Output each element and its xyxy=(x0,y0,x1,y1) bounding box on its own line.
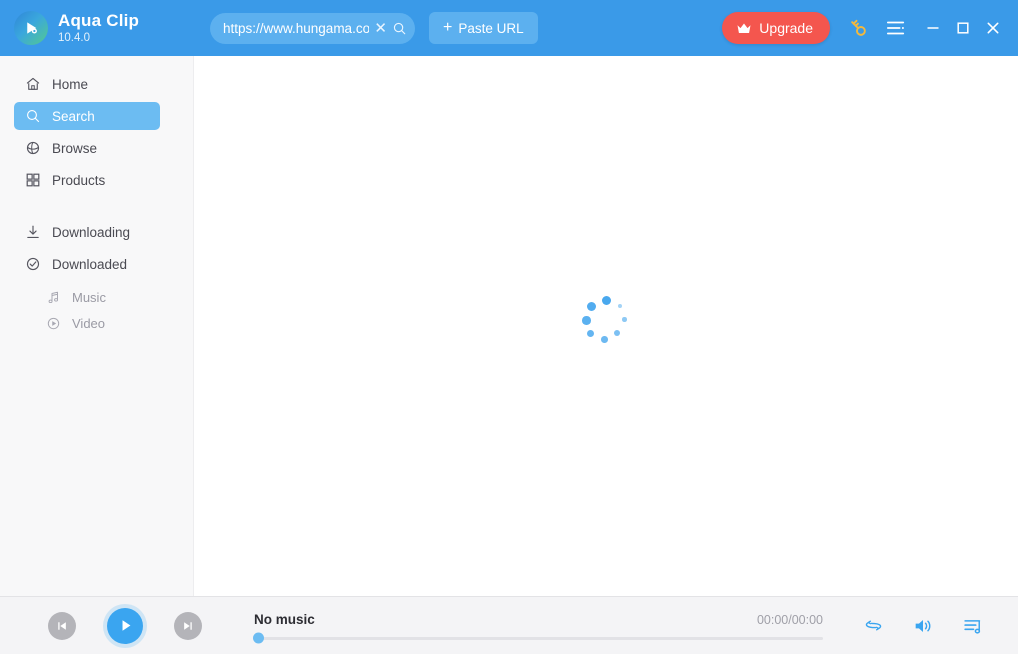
key-icon[interactable] xyxy=(842,12,874,44)
upgrade-button[interactable]: Upgrade xyxy=(722,12,830,44)
app-version: 10.4.0 xyxy=(58,31,90,44)
sidebar-item-label: Search xyxy=(52,108,95,124)
app-name: Aqua Clip xyxy=(58,11,140,31)
app-brand-text: Aqua Clip 10.4.0 xyxy=(58,12,139,44)
download-icon xyxy=(24,224,41,241)
player-bar: No music 00:00/00:00 xyxy=(0,596,1018,654)
music-note-icon xyxy=(46,290,61,305)
loading-spinner xyxy=(582,296,630,344)
minimize-icon[interactable] xyxy=(918,12,948,44)
window-controls xyxy=(918,12,1008,44)
track-title: No music xyxy=(254,611,315,627)
sidebar-item-products[interactable]: Products xyxy=(14,166,160,194)
sidebar-item-label: Home xyxy=(52,76,89,92)
search-url-icon[interactable] xyxy=(390,21,409,36)
volume-icon[interactable] xyxy=(912,615,934,637)
paste-url-label: Paste URL xyxy=(458,20,524,36)
body-area: Home Search Browse Products Downloading … xyxy=(0,56,1018,596)
previous-button[interactable] xyxy=(48,611,76,640)
clear-url-icon[interactable]: ✕ xyxy=(371,21,390,36)
progress-slider-handle[interactable] xyxy=(253,632,264,644)
sidebar-subitem-music[interactable]: Music xyxy=(46,284,193,310)
url-input-container[interactable]: https://www.hungama.co ✕ xyxy=(210,12,415,44)
sidebar-item-downloading[interactable]: Downloading xyxy=(14,218,160,246)
repeat-icon[interactable] xyxy=(863,615,884,636)
nav-section-spacer xyxy=(0,194,193,218)
track-area: No music 00:00/00:00 xyxy=(253,612,823,644)
sidebar: Home Search Browse Products Downloading … xyxy=(0,56,194,596)
sidebar-subitem-label: Music xyxy=(72,289,106,305)
progress-slider[interactable] xyxy=(253,632,823,644)
sidebar-item-label: Browse xyxy=(52,140,98,156)
search-icon xyxy=(24,108,41,125)
close-icon[interactable] xyxy=(978,12,1008,44)
hamburger-menu-icon[interactable] xyxy=(880,12,912,44)
app-window: Aqua Clip 10.4.0 https://www.hungama.co … xyxy=(0,0,1018,654)
skip-next-icon xyxy=(181,619,195,633)
app-brand: Aqua Clip 10.4.0 xyxy=(14,11,194,45)
sidebar-item-search[interactable]: Search xyxy=(14,102,160,130)
track-info: No music 00:00/00:00 xyxy=(254,612,823,627)
playlist-icon[interactable] xyxy=(962,615,984,637)
url-input[interactable]: https://www.hungama.co xyxy=(223,21,369,36)
globe-icon xyxy=(24,140,41,157)
sidebar-item-browse[interactable]: Browse xyxy=(14,134,160,162)
crown-icon xyxy=(736,22,752,35)
next-button[interactable] xyxy=(174,611,202,640)
sidebar-item-label: Products xyxy=(52,172,106,188)
sidebar-item-label: Downloaded xyxy=(52,256,128,272)
grid-icon xyxy=(24,172,41,189)
sidebar-item-label: Downloading xyxy=(52,224,131,240)
paste-url-button[interactable]: + Paste URL xyxy=(429,12,538,44)
play-circle-icon xyxy=(46,316,61,331)
track-time: 00:00/00:00 xyxy=(756,612,823,627)
app-logo-icon xyxy=(14,11,48,45)
check-circle-icon xyxy=(24,256,41,273)
plus-icon: + xyxy=(443,19,453,36)
sidebar-item-downloaded[interactable]: Downloaded xyxy=(14,250,160,278)
home-icon xyxy=(24,76,41,93)
sidebar-subitem-video[interactable]: Video xyxy=(46,310,193,336)
play-icon xyxy=(117,617,134,634)
main-content xyxy=(194,56,1018,596)
sidebar-subitem-label: Video xyxy=(72,315,106,331)
upgrade-label: Upgrade xyxy=(759,20,813,36)
maximize-icon[interactable] xyxy=(948,12,978,44)
skip-previous-icon xyxy=(55,619,69,633)
play-button[interactable] xyxy=(107,607,143,644)
title-bar: Aqua Clip 10.4.0 https://www.hungama.co … xyxy=(0,0,1018,56)
player-options xyxy=(863,615,984,637)
sidebar-item-home[interactable]: Home xyxy=(14,70,160,98)
